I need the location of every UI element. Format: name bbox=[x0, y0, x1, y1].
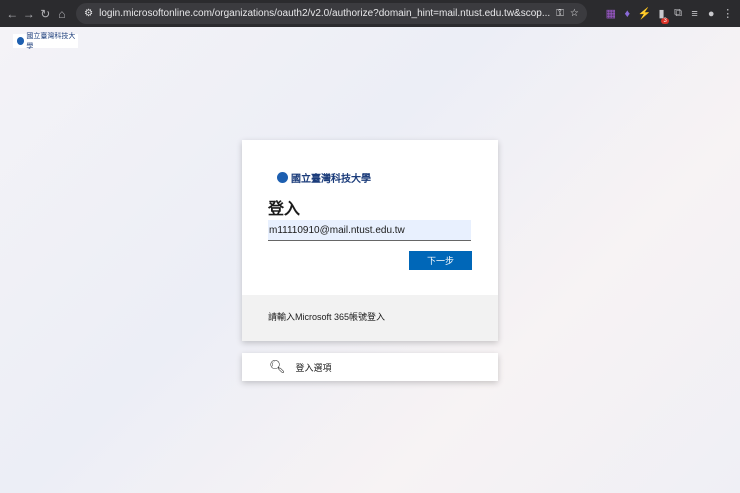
extension-lightning-icon[interactable]: ⚡ bbox=[638, 7, 652, 20]
org-banner-logo: 國立臺灣科技大學 bbox=[13, 33, 78, 50]
extension-icon[interactable]: ▮ 3 bbox=[655, 7, 669, 24]
reading-list-icon[interactable]: ≡ bbox=[688, 8, 701, 20]
home-icon[interactable]: ⌂ bbox=[56, 7, 69, 21]
extension-icon[interactable]: ♦ bbox=[621, 8, 634, 20]
page-background: 國立臺灣科技大學 國立臺灣科技大學 登入 下一步 請輸入Microsoft 36… bbox=[0, 27, 740, 493]
reload-icon[interactable]: ↻ bbox=[39, 7, 52, 21]
address-bar[interactable]: ⚙ login.microsoftonline.com/organization… bbox=[76, 3, 587, 24]
signin-options-label: 登入選項 bbox=[295, 362, 332, 373]
extension-badge: 3 bbox=[661, 18, 669, 24]
next-button[interactable]: 下一步 bbox=[409, 251, 472, 270]
avatar[interactable]: ● bbox=[705, 8, 718, 20]
back-icon[interactable]: ← bbox=[6, 7, 19, 21]
email-input[interactable] bbox=[268, 220, 471, 241]
forward-icon[interactable]: → bbox=[23, 7, 36, 21]
page-title: 登入 bbox=[268, 201, 301, 218]
url-text[interactable]: login.microsoftonline.com/organizations/… bbox=[99, 8, 550, 19]
browser-toolbar: ← → ↻ ⌂ ⚙ login.microsoftonline.com/orga… bbox=[0, 0, 740, 27]
extension-icon[interactable]: ▦ bbox=[605, 7, 618, 20]
menu-icon[interactable]: ⋮ bbox=[721, 7, 734, 20]
site-settings-icon[interactable]: ⚙ bbox=[84, 8, 93, 19]
org-logo: 國立臺灣科技大學 bbox=[277, 170, 371, 185]
signin-card: 國立臺灣科技大學 登入 下一步 請輸入Microsoft 365帳號登入 bbox=[242, 140, 498, 341]
key-search-icon: 🔍︎ bbox=[269, 359, 286, 374]
bookmark-star-icon[interactable]: ☆ bbox=[570, 8, 579, 19]
password-key-icon[interactable]: ⚿ bbox=[556, 8, 564, 19]
signin-options-button[interactable]: 🔍︎ 登入選項 bbox=[242, 353, 498, 381]
extensions-puzzle-icon[interactable]: ⧉ bbox=[672, 7, 685, 20]
signin-hint: 請輸入Microsoft 365帳號登入 bbox=[242, 295, 498, 341]
